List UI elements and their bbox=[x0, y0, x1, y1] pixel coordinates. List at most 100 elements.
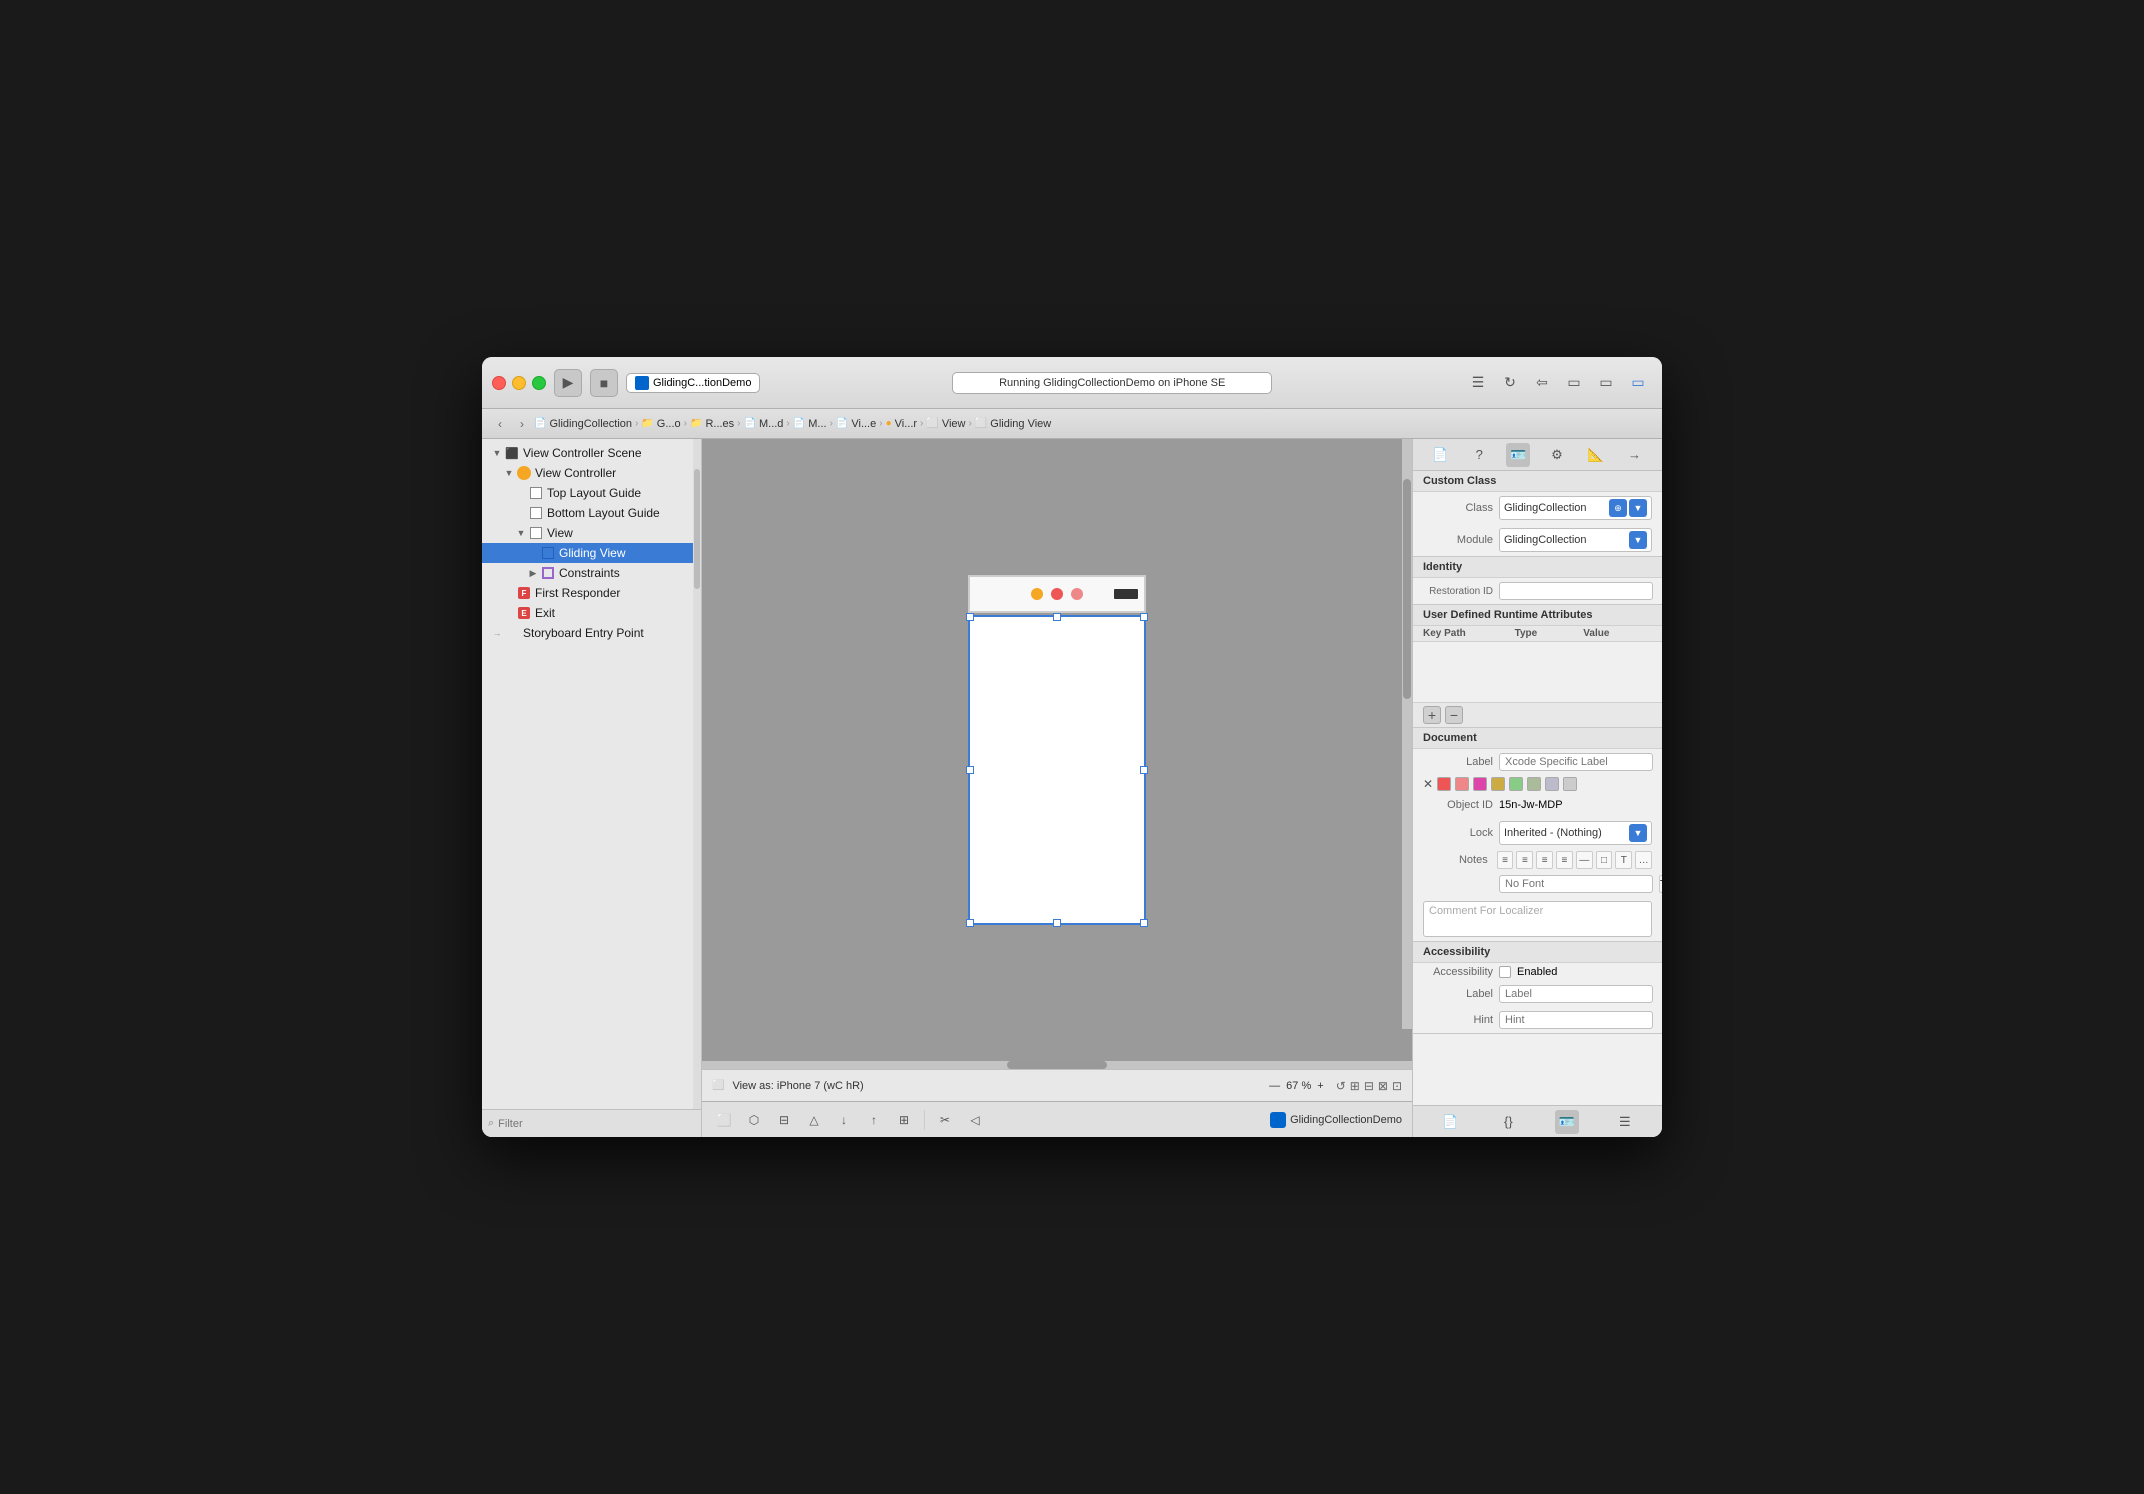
resize-handle-mr[interactable] bbox=[1140, 766, 1148, 774]
inspector-tab-help[interactable]: ? bbox=[1467, 443, 1491, 467]
toolbar-btn-split[interactable]: ⊞ bbox=[892, 1108, 916, 1132]
bottom-tab-list[interactable]: ☰ bbox=[1613, 1110, 1637, 1134]
resize-handle-ml[interactable] bbox=[966, 766, 974, 774]
scheme-selector[interactable]: GlidingC...tionDemo bbox=[626, 373, 760, 393]
zoom-plus[interactable]: + bbox=[1317, 1080, 1323, 1092]
toolbar-btn-lines[interactable]: ⊟ bbox=[772, 1108, 796, 1132]
resize-handle-bc[interactable] bbox=[1053, 919, 1061, 927]
tree-item-scene[interactable]: ▼ ⬛ View Controller Scene bbox=[482, 443, 701, 463]
swatch-purple[interactable] bbox=[1473, 777, 1487, 791]
resize-handle-bl[interactable] bbox=[966, 919, 974, 927]
udra-add-button[interactable]: + bbox=[1423, 706, 1441, 724]
swatch-orange[interactable] bbox=[1455, 777, 1469, 791]
panel-toggle-icon3[interactable]: ▭ bbox=[1624, 369, 1652, 397]
swatch-gray[interactable] bbox=[1563, 777, 1577, 791]
panel-toggle-icon[interactable]: ▭ bbox=[1560, 369, 1588, 397]
zoom-minus[interactable]: — bbox=[1269, 1080, 1280, 1092]
swatch-blue[interactable] bbox=[1545, 777, 1559, 791]
resize-handle-tl[interactable] bbox=[966, 613, 974, 621]
module-dropdown-chevron[interactable]: ▼ bbox=[1629, 531, 1647, 549]
font-type-icon[interactable]: T bbox=[1659, 875, 1662, 893]
breadcrumb-item-4[interactable]: 📄 M... bbox=[793, 418, 827, 430]
back-icon[interactable]: ⇦ bbox=[1528, 369, 1556, 397]
tree-item-constraints[interactable]: ▶ Constraints bbox=[482, 563, 701, 583]
left-panel-scrollbar[interactable] bbox=[693, 439, 701, 1109]
tree-item-top-layout[interactable]: ▶ Top Layout Guide bbox=[482, 483, 701, 503]
bottom-tab-file[interactable]: 📄 bbox=[1438, 1110, 1462, 1134]
acc-hint-input[interactable] bbox=[1499, 1011, 1653, 1029]
canvas-hscrollbar[interactable] bbox=[702, 1061, 1412, 1069]
inspector-tab-attributes[interactable]: ⚙ bbox=[1545, 443, 1569, 467]
toolbar-btn-shape[interactable]: ⬡ bbox=[742, 1108, 766, 1132]
bottom-tab-braces[interactable]: {} bbox=[1496, 1110, 1520, 1134]
refresh-icon[interactable]: ↺ bbox=[1336, 1079, 1346, 1093]
grid-icon[interactable]: ⊞ bbox=[1350, 1079, 1360, 1093]
font-input[interactable] bbox=[1499, 875, 1653, 893]
notes-align-center[interactable]: ≡ bbox=[1516, 851, 1533, 869]
inspector-tab-connections[interactable]: → bbox=[1623, 443, 1647, 467]
canvas-scrollbar[interactable] bbox=[1402, 439, 1412, 1029]
toolbar-btn-cut[interactable]: ✂ bbox=[933, 1108, 957, 1132]
resize-handle-tc[interactable] bbox=[1053, 613, 1061, 621]
bottom-tab-id[interactable]: 🪪 bbox=[1555, 1110, 1579, 1134]
module-select[interactable]: GlidingCollection ▼ bbox=[1499, 528, 1652, 552]
notes-dash[interactable]: — bbox=[1576, 851, 1593, 869]
swatch-green[interactable] bbox=[1509, 777, 1523, 791]
breadcrumb-item-5[interactable]: 📄 Vi...e bbox=[836, 418, 876, 430]
tree-item-gliding-view[interactable]: ▶ Gliding View bbox=[482, 543, 701, 563]
distribute-icon[interactable]: ⊠ bbox=[1378, 1079, 1388, 1093]
class-dropdown-icon[interactable]: ⊕ bbox=[1609, 499, 1627, 517]
inspector-tab-size[interactable]: 📐 bbox=[1584, 443, 1608, 467]
canvas-main[interactable]: —→ bbox=[702, 439, 1412, 1061]
breadcrumb-forward[interactable]: › bbox=[512, 414, 532, 434]
notes-align-right[interactable]: ≡ bbox=[1536, 851, 1553, 869]
breadcrumb-item-2[interactable]: 📁 R...es bbox=[690, 418, 734, 430]
toolbar-btn-send[interactable]: ◁ bbox=[963, 1108, 987, 1132]
activity-icon[interactable]: ↻ bbox=[1496, 369, 1524, 397]
tree-item-bottom-layout[interactable]: ▶ Bottom Layout Guide bbox=[482, 503, 701, 523]
acc-label-input[interactable] bbox=[1499, 985, 1653, 1003]
notes-align-left[interactable]: ≡ bbox=[1497, 851, 1514, 869]
breadcrumb-item-3[interactable]: 📄 M...d bbox=[744, 418, 784, 430]
udra-remove-button[interactable]: − bbox=[1445, 706, 1463, 724]
comment-area[interactable]: Comment For Localizer bbox=[1423, 901, 1652, 937]
tree-item-first-responder[interactable]: ▶ F First Responder bbox=[482, 583, 701, 603]
swatch-yellow[interactable] bbox=[1491, 777, 1505, 791]
restoration-id-input[interactable] bbox=[1499, 582, 1653, 600]
filter-input[interactable] bbox=[498, 1118, 695, 1130]
lock-select[interactable]: Inherited - (Nothing) ▼ bbox=[1499, 821, 1652, 845]
align-icon[interactable]: ⊟ bbox=[1364, 1079, 1374, 1093]
tree-item-view[interactable]: ▼ View bbox=[482, 523, 701, 543]
resize-handle-tr[interactable] bbox=[1140, 613, 1148, 621]
class-dropdown-chevron[interactable]: ▼ bbox=[1629, 499, 1647, 517]
tree-item-vc[interactable]: ▼ View Controller bbox=[482, 463, 701, 483]
swatch-x-btn[interactable]: ✕ bbox=[1423, 777, 1433, 791]
pin-icon[interactable]: ⊡ bbox=[1392, 1079, 1402, 1093]
toolbar-btn-up[interactable]: ↑ bbox=[862, 1108, 886, 1132]
breadcrumb-item-1[interactable]: 📁 G...o bbox=[641, 418, 680, 430]
phone-frame[interactable] bbox=[968, 615, 1146, 925]
close-button[interactable] bbox=[492, 376, 506, 390]
notes-more[interactable]: … bbox=[1635, 851, 1652, 869]
minimize-button[interactable] bbox=[512, 376, 526, 390]
notes-align-justify[interactable]: ≡ bbox=[1556, 851, 1573, 869]
accessibility-checkbox[interactable] bbox=[1499, 966, 1511, 978]
tree-item-storyboard-entry[interactable]: → Storyboard Entry Point bbox=[482, 623, 701, 643]
inspector-tab-file[interactable]: 📄 bbox=[1428, 443, 1452, 467]
notes-box[interactable]: □ bbox=[1596, 851, 1613, 869]
toolbar-btn-triangle[interactable]: △ bbox=[802, 1108, 826, 1132]
swatch-lightgreen[interactable] bbox=[1527, 777, 1541, 791]
resize-handle-br[interactable] bbox=[1140, 919, 1148, 927]
lock-dropdown-chevron[interactable]: ▼ bbox=[1629, 824, 1647, 842]
editor-mode-icon[interactable]: ☰ bbox=[1464, 369, 1492, 397]
breadcrumb-item-0[interactable]: 📄 GlidingCollection bbox=[534, 418, 632, 430]
toolbar-btn-down[interactable]: ↓ bbox=[832, 1108, 856, 1132]
class-select[interactable]: GlidingCollection ⊕ ▼ bbox=[1499, 496, 1652, 520]
breadcrumb-item-7[interactable]: ⬜ View bbox=[926, 418, 965, 430]
panel-toggle-icon2[interactable]: ▭ bbox=[1592, 369, 1620, 397]
stop-button[interactable]: ■ bbox=[590, 369, 618, 397]
swatch-red[interactable] bbox=[1437, 777, 1451, 791]
doc-label-input[interactable] bbox=[1499, 753, 1653, 771]
tree-item-exit[interactable]: ▶ E Exit bbox=[482, 603, 701, 623]
inspector-tab-identity[interactable]: 🪪 bbox=[1506, 443, 1530, 467]
